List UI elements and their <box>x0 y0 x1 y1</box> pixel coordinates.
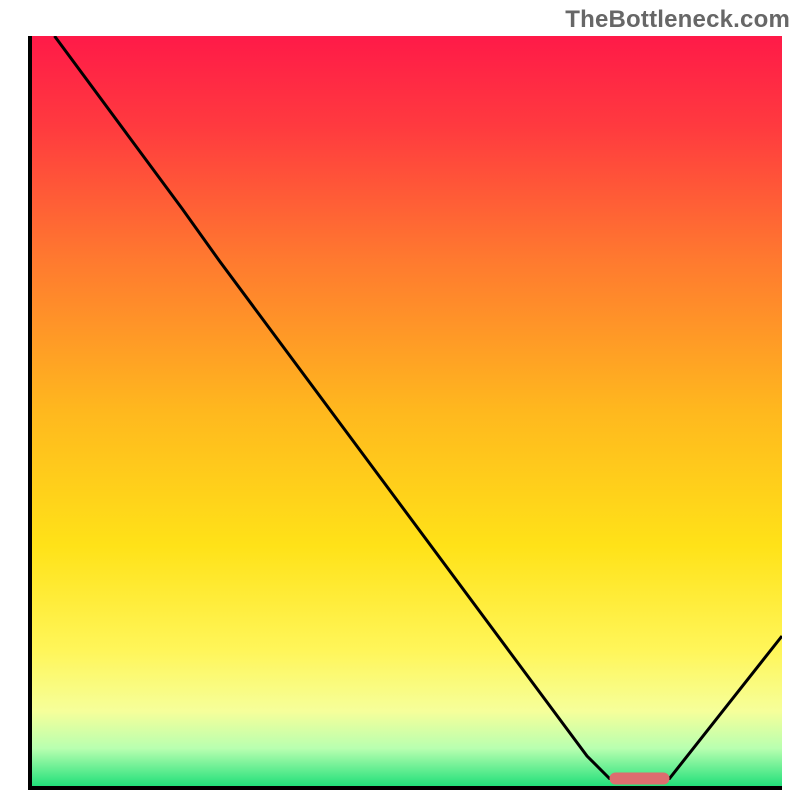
chart-frame: TheBottleneck.com <box>0 0 800 800</box>
watermark-text: TheBottleneck.com <box>565 6 790 34</box>
gradient-background <box>32 36 782 786</box>
gradient-rect <box>32 36 782 786</box>
plot-area <box>28 36 782 790</box>
x-axis <box>28 786 782 790</box>
gradient-svg <box>32 36 782 786</box>
y-axis <box>28 36 32 790</box>
